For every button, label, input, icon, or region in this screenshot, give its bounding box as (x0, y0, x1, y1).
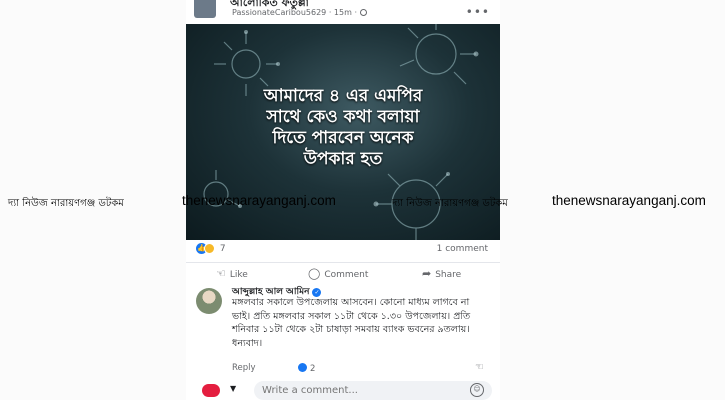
caption-line: আমাদের ৪ এর এমপির (263, 86, 423, 106)
like-label: Like (229, 270, 248, 280)
more-icon[interactable]: ••• (466, 5, 490, 19)
chevron-down-icon[interactable]: ▼ (230, 384, 236, 393)
reactions-summary[interactable]: 👍 7 (196, 243, 226, 257)
comment-count[interactable]: 1 comment (437, 244, 488, 254)
post-action-bar: ☜ Like ◯ Comment ➦ Share (186, 262, 500, 284)
post-author[interactable]: PassionateCaribou5629 (232, 8, 326, 17)
caption-line: সাথে কেও কথা বলায়া (266, 107, 420, 127)
comment-label: Comment (324, 270, 369, 280)
post-time: 15m (333, 8, 352, 17)
watermark-band: দ্যা নিউজ নারায়ণগঞ্জ ডটকম thenewsnaraya… (0, 192, 725, 210)
share-button[interactable]: ➦ Share (422, 267, 461, 280)
group-avatar[interactable] (194, 0, 216, 18)
record-button[interactable] (202, 384, 220, 397)
watermark-english: thenewsnarayanganj.com (182, 193, 336, 208)
comment-composer: ▼ ☺ (186, 378, 500, 400)
image-caption: আমাদের ৪ এর এমপির সাথে কেও কথা বলায়া দি… (206, 86, 480, 170)
reaction-count: 7 (219, 243, 226, 254)
screenshot-stage: আলোকিত ফতুল্লা PassionateCaribou5629 · 1… (0, 0, 725, 400)
watermark-bangla: দ্যা নিউজ নারায়ণগঞ্জ ডটকম (392, 198, 508, 209)
watermark-bangla: দ্যা নিউজ নারায়ণগঞ্জ ডটকম (8, 198, 124, 209)
haha-reaction-icon (204, 243, 215, 254)
globe-icon (359, 9, 367, 16)
comment-like-count: 2 (310, 364, 316, 374)
post-meta: PassionateCaribou5629 · 15m · (232, 8, 367, 17)
comment-likes[interactable]: 2 (298, 363, 315, 374)
like-reaction-icon (298, 363, 307, 372)
comment-text: মঙ্গলবার সকালে উপজেলায় আসবেন। কোনো মাধ্… (232, 297, 471, 349)
commenter-avatar[interactable] (196, 288, 222, 314)
thumb-icon[interactable]: ☜ (475, 362, 484, 373)
share-icon: ➦ (422, 267, 432, 280)
like-button[interactable]: ☜ Like (216, 267, 248, 280)
share-label: Share (435, 270, 462, 280)
comment-button[interactable]: ◯ Comment (308, 267, 368, 280)
comment-icon: ◯ (308, 267, 321, 280)
watermark-english: thenewsnarayanganj.com (552, 193, 706, 208)
caption-line: উপকার হত (303, 149, 383, 169)
emoji-icon[interactable]: ☺ (470, 383, 484, 397)
post-header: আলোকিত ফতুল্লা PassionateCaribou5629 · 1… (186, 0, 500, 24)
caption-line: দিতে পারবেন অনেক (272, 128, 414, 148)
reply-button[interactable]: Reply (232, 363, 256, 373)
like-icon: ☜ (216, 267, 226, 280)
comment-input[interactable] (254, 381, 492, 400)
